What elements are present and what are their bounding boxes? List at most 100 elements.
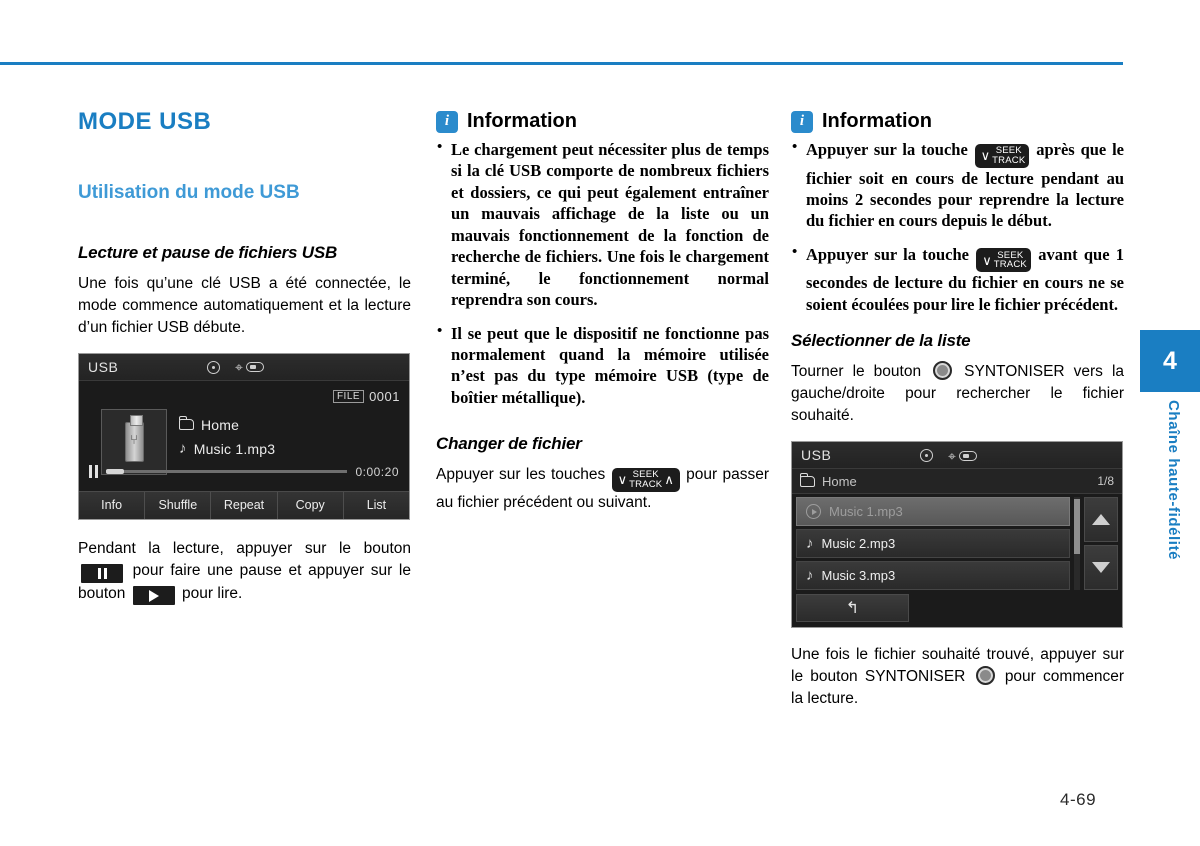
scrollbar-thumb[interactable] bbox=[1074, 499, 1080, 555]
folder-name: Home bbox=[201, 416, 240, 433]
scrollbar[interactable] bbox=[1074, 497, 1080, 591]
status-icons: ⌖ bbox=[207, 354, 264, 381]
page-number: 4-69 bbox=[1060, 790, 1097, 809]
paragraph-changer-fichier: Appuyer sur les touches ∨ SEEK TRACK ∧ p… bbox=[436, 464, 769, 514]
list-item[interactable]: Music 1.mp3 bbox=[796, 497, 1070, 527]
caption-part-3: pour lire. bbox=[182, 584, 243, 602]
scroll-down-button[interactable] bbox=[1084, 545, 1118, 591]
progress-row: 0:00:20 bbox=[79, 461, 409, 483]
list-item-label: Music 1.mp3 bbox=[829, 504, 903, 520]
tab-repeat[interactable]: Repeat bbox=[211, 491, 278, 519]
information-header-right: i Information bbox=[791, 110, 1124, 133]
tab-copy[interactable]: Copy bbox=[277, 491, 344, 519]
track-label: TRACK bbox=[629, 478, 663, 490]
seek-track-key-icon: ∨ SEEK TRACK bbox=[976, 248, 1031, 273]
information-title: Information bbox=[467, 110, 577, 132]
list-item[interactable]: ♪ Music 3.mp3 bbox=[796, 561, 1070, 591]
screen-statusbar: USB ⌖ bbox=[79, 353, 409, 381]
tune-knob-icon bbox=[975, 666, 995, 686]
page-title: MODE USB bbox=[78, 108, 212, 135]
pause-icon bbox=[81, 563, 123, 583]
now-playing-screenshot: USB ⌖ FILE 0001 Home bbox=[78, 352, 410, 520]
list-rows: Music 1.mp3 ♪ Music 2.mp3 ♪ Music 3.mp3 bbox=[796, 497, 1070, 591]
usb-icon: ⌖ bbox=[235, 360, 264, 374]
elapsed-time: 0:00:20 bbox=[355, 464, 399, 479]
information-header-middle: i Information bbox=[436, 110, 769, 133]
header-rule bbox=[0, 62, 1123, 65]
list-main: Music 1.mp3 ♪ Music 2.mp3 ♪ Music 3.mp3 bbox=[792, 494, 1122, 595]
music-note-icon: ♪ bbox=[806, 535, 814, 553]
disc-icon bbox=[920, 449, 933, 463]
chevron-up-icon: ∧ bbox=[664, 472, 674, 488]
status-icons: ⌖ bbox=[920, 442, 977, 469]
paragraph-closing: Une fois le fichier souhaité trouvé, app… bbox=[791, 644, 1124, 710]
info-bullet: Appuyer sur la touche ∨ SEEK TRACK avant… bbox=[791, 243, 1124, 315]
usb-stick-icon bbox=[124, 414, 144, 462]
tab-shuffle[interactable]: Shuffle bbox=[145, 491, 212, 519]
caption-part-2: pour faire une pause et appuyer sur le b… bbox=[78, 561, 411, 602]
info-bullet: Il se peut que le dispositif ne fonction… bbox=[436, 322, 769, 409]
disc-icon bbox=[207, 360, 220, 374]
caption-part-1: Pendant la lecture, appuyer sur le bouto… bbox=[78, 539, 411, 557]
paragraph-selectionner-liste: Tourner le bouton SYNTONISER vers la gau… bbox=[791, 361, 1124, 427]
heading-lecture-pause: Lecture et pause de fichiers USB bbox=[78, 242, 338, 262]
track-name: Music 1.mp3 bbox=[193, 440, 276, 457]
tab-list[interactable]: List bbox=[343, 491, 409, 519]
progress-fill bbox=[106, 469, 124, 475]
paragraph-usb-intro: Une fois qu’une clé USB a été connectée,… bbox=[78, 274, 411, 336]
source-label: USB bbox=[88, 358, 119, 375]
file-label: FILE bbox=[332, 389, 365, 403]
bullet-part-1: Appuyer sur la touche bbox=[806, 140, 968, 159]
scroll-up-button[interactable] bbox=[1084, 497, 1118, 543]
usb-stick-glyph-icon bbox=[958, 450, 977, 461]
section-subtitle: Utilisation du mode USB bbox=[78, 182, 300, 203]
information-title: Information bbox=[822, 110, 932, 132]
tune-knob-icon bbox=[933, 361, 953, 381]
screen-body: FILE 0001 Home ♪ Music 1.mp3 bbox=[79, 380, 409, 491]
track-info: Home ♪ Music 1.mp3 bbox=[179, 416, 276, 465]
folder-icon bbox=[800, 472, 815, 487]
breadcrumb: Home 1/8 bbox=[792, 469, 1122, 495]
progress-bar[interactable] bbox=[106, 469, 348, 475]
play-icon bbox=[132, 586, 175, 606]
screen-statusbar: USB ⌖ bbox=[792, 442, 1122, 470]
info-bullet: Le chargement peut nécessiter plus de te… bbox=[436, 138, 769, 311]
music-note-icon: ♪ bbox=[806, 567, 814, 585]
back-button[interactable]: ↰ bbox=[796, 594, 909, 623]
list-footer: ↰ bbox=[792, 594, 1122, 628]
play-circle-icon bbox=[806, 504, 821, 520]
track-label: TRACK bbox=[993, 259, 1027, 271]
information-list-right: Appuyer sur la touche ∨ SEEK TRACK après… bbox=[791, 138, 1124, 315]
tab-info[interactable]: Info bbox=[79, 491, 146, 519]
music-note-icon: ♪ bbox=[179, 440, 187, 458]
heading-changer-fichier: Changer de fichier bbox=[436, 434, 582, 454]
paragraph-part-1: Tourner le bouton bbox=[791, 363, 922, 381]
paragraph-part-1: Appuyer sur les touches bbox=[436, 466, 606, 484]
list-screenshot: USB ⌖ Home 1/8 Music 1.mp3 ♪ Music 2.mp3… bbox=[791, 441, 1123, 629]
folder-name: Home bbox=[822, 473, 857, 489]
column-right: i Information Appuyer sur la touche ∨ SE… bbox=[791, 110, 1124, 724]
screen-tabbar: Info Shuffle Repeat Copy List bbox=[79, 490, 409, 519]
page-counter: 1/8 bbox=[1097, 474, 1114, 489]
file-badge: FILE 0001 bbox=[332, 388, 400, 404]
heading-selectionner-liste: Sélectionner de la liste bbox=[791, 331, 971, 351]
paragraph-pause-play: Pendant la lecture, appuyer sur le bouto… bbox=[78, 538, 411, 606]
info-icon: i bbox=[436, 110, 458, 133]
chapter-label: Chaîne haute-fidélité bbox=[1165, 400, 1182, 561]
information-list-middle: Le chargement peut nécessiter plus de te… bbox=[436, 138, 769, 409]
usb-stick-glyph-icon bbox=[245, 362, 264, 373]
file-number: 0001 bbox=[369, 388, 400, 404]
seek-track-key-icon: ∨ SEEK TRACK bbox=[974, 143, 1030, 168]
list-item[interactable]: ♪ Music 2.mp3 bbox=[796, 529, 1070, 559]
info-bullet: Appuyer sur la touche ∨ SEEK TRACK après… bbox=[791, 138, 1124, 232]
list-item-label: Music 3.mp3 bbox=[821, 568, 896, 584]
folder-line: Home bbox=[179, 416, 275, 433]
back-arrow-icon: ↰ bbox=[845, 600, 860, 618]
folder-icon bbox=[179, 416, 194, 431]
usb-trident-icon: ⌖ bbox=[235, 359, 243, 376]
source-label: USB bbox=[801, 447, 832, 464]
track-label: TRACK bbox=[992, 154, 1026, 166]
triangle-up-icon bbox=[1092, 514, 1110, 526]
chevron-down-icon: ∨ bbox=[982, 252, 992, 268]
chevron-down-icon: ∨ bbox=[617, 472, 628, 488]
